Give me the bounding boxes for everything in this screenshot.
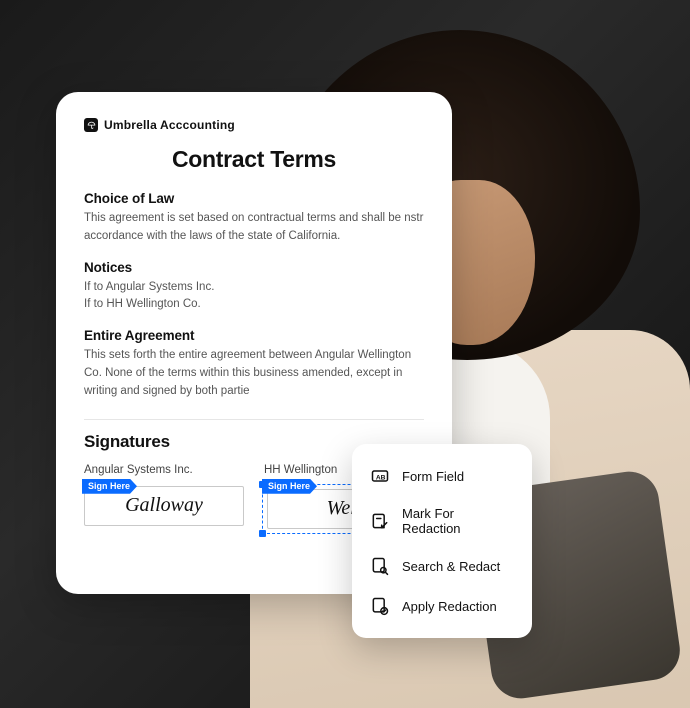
menu-item-label: Form Field (402, 469, 464, 484)
notices-line-2: If to HH Wellington Co. (84, 296, 424, 314)
apply-redaction-icon (370, 596, 390, 616)
brand: Umbrella Acccounting (84, 118, 424, 132)
context-menu: AB Form Field Mark For Redaction Search … (352, 444, 532, 638)
menu-item-mark-redaction[interactable]: Mark For Redaction (358, 496, 526, 546)
notices-line-1: If to Angular Systems Inc. (84, 279, 424, 297)
brand-name: Umbrella Acccounting (104, 118, 235, 132)
signature-field-left[interactable]: Sign Here Galloway (84, 486, 244, 526)
section-body-entire: This sets forth the entire agreement bet… (84, 347, 424, 400)
doc-title: Contract Terms (84, 146, 424, 173)
mark-redaction-icon (370, 511, 390, 531)
section-heading-entire: Entire Agreement (84, 328, 424, 343)
section-body-choice: This agreement is set based on contractu… (84, 210, 424, 246)
sign-here-tag: Sign Here (262, 479, 317, 494)
menu-item-label: Mark For Redaction (402, 506, 514, 536)
sign-here-tag: Sign Here (82, 479, 137, 494)
menu-item-search-redact[interactable]: Search & Redact (358, 546, 526, 586)
section-heading-choice: Choice of Law (84, 191, 424, 206)
signature-col-left: Angular Systems Inc. Sign Here Galloway (84, 464, 244, 532)
svg-text:AB: AB (376, 474, 386, 481)
menu-item-apply-redaction[interactable]: Apply Redaction (358, 586, 526, 626)
signature-label-left: Angular Systems Inc. (84, 464, 244, 476)
section-heading-notices: Notices (84, 260, 424, 275)
form-field-icon: AB (370, 466, 390, 486)
search-redact-icon (370, 556, 390, 576)
stage: Umbrella Acccounting Contract Terms Choi… (0, 0, 690, 708)
menu-item-form-field[interactable]: AB Form Field (358, 456, 526, 496)
umbrella-logo-icon (84, 118, 98, 132)
divider (84, 419, 424, 420)
menu-item-label: Search & Redact (402, 559, 500, 574)
resize-handle[interactable] (259, 530, 266, 537)
menu-item-label: Apply Redaction (402, 599, 497, 614)
